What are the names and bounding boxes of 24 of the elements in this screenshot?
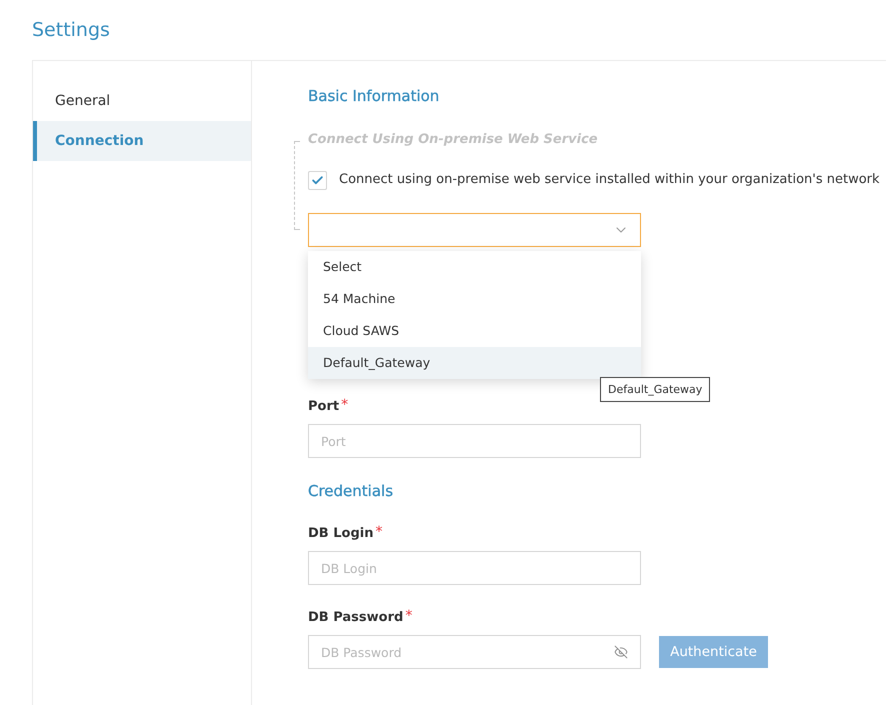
required-mark: * (405, 608, 412, 624)
dropdown-option[interactable]: Select (308, 251, 641, 283)
field-label: DB Password (308, 609, 404, 627)
password-field[interactable]: DB Password (308, 635, 641, 669)
group-legend: Connect Using On-premise Web Service (308, 129, 598, 151)
checkbox-label: Connect using on-premise web service installed within your organization's network (339, 171, 880, 189)
dropdown-option[interactable]: 54 Machine (308, 283, 641, 315)
gateway-dropdown[interactable] (308, 213, 641, 247)
page-title: Settings (32, 18, 110, 43)
tooltip: Default_Gateway (600, 377, 710, 402)
eye-off-icon[interactable] (614, 645, 628, 659)
required-mark: * (375, 524, 382, 540)
section-heading: Basic Information (308, 86, 440, 107)
field-label: DB Login (308, 525, 374, 543)
sidebar-item[interactable]: General (33, 81, 251, 121)
input-field[interactable]: Port (308, 424, 641, 458)
check-icon (311, 174, 324, 186)
dropdown-option[interactable]: Cloud SAWS (308, 315, 641, 347)
field-label: Port (308, 398, 340, 416)
section-heading: Credentials (308, 481, 394, 502)
input-field[interactable]: DB Login (308, 551, 641, 585)
required-mark: * (341, 397, 348, 413)
checkbox[interactable] (308, 170, 327, 190)
dropdown-option[interactable]: Default_Gateway (308, 347, 641, 379)
